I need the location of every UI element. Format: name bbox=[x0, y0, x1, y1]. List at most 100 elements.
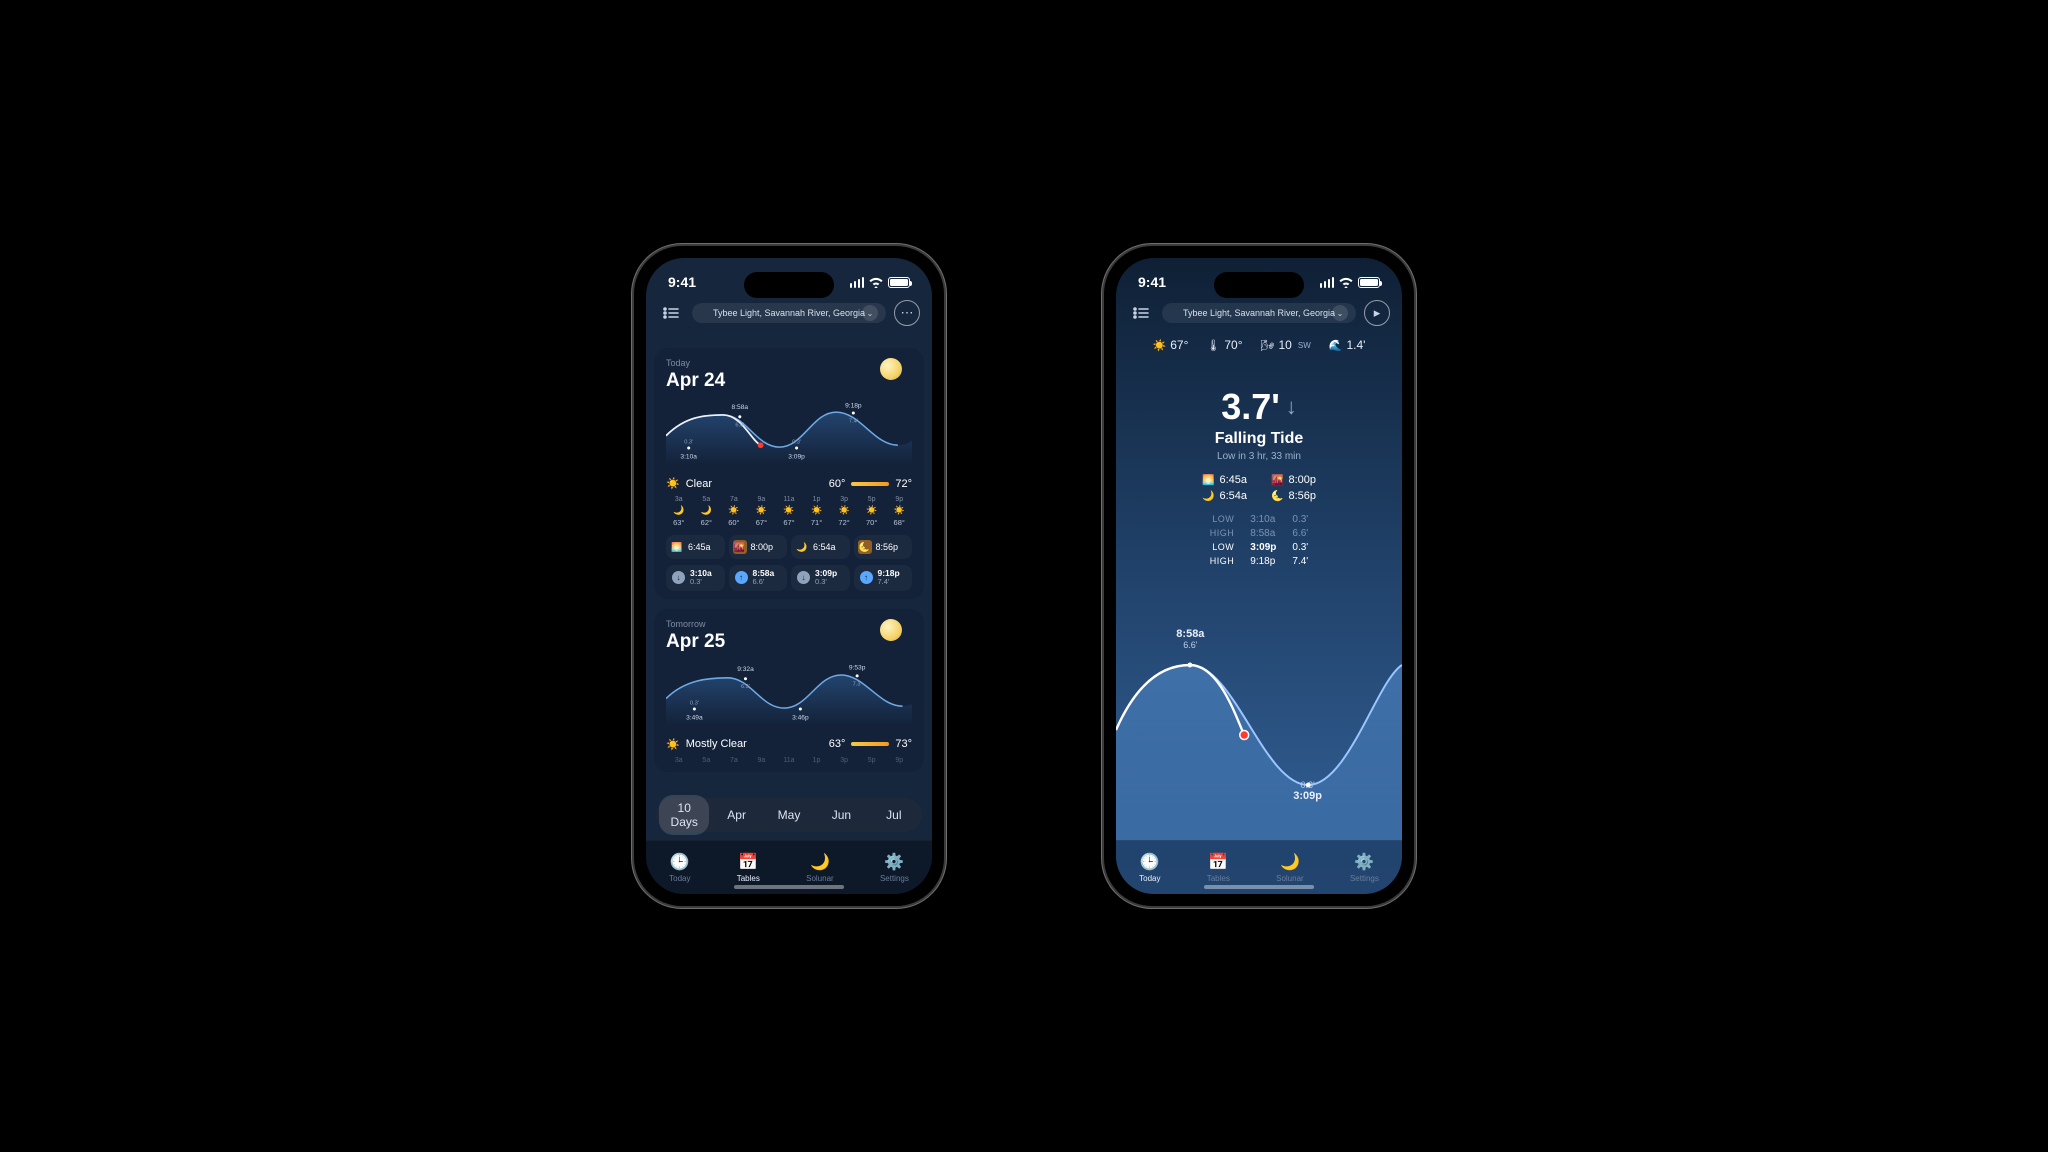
sunset-icon: 🌇 bbox=[733, 540, 747, 554]
day-card-tomorrow[interactable]: Tomorrow Apr 25 3:49a 0.3' 9:32a 6.5' 3:… bbox=[654, 609, 924, 772]
svg-text:3:09p: 3:09p bbox=[788, 453, 805, 460]
segment-may[interactable]: May bbox=[764, 802, 814, 828]
more-button[interactable]: ⋯ bbox=[894, 300, 920, 326]
list-button[interactable] bbox=[658, 300, 684, 326]
clock-icon: 🕒 bbox=[670, 852, 690, 872]
day-card-today[interactable]: Today Apr 24 3:10a 0.3' 8:58a 6.6' 3:09p… bbox=[654, 348, 924, 599]
thermometer-icon: 🌡 bbox=[1206, 339, 1220, 352]
sunrise-icon: 🌅 bbox=[670, 540, 684, 554]
tide-height: 3.7' bbox=[1221, 386, 1280, 428]
tab-today[interactable]: 🕒Today bbox=[1139, 852, 1160, 883]
sun-icon: ☀️ bbox=[1153, 339, 1167, 352]
status-time: 9:41 bbox=[1138, 274, 1166, 290]
segment-jun[interactable]: Jun bbox=[816, 802, 866, 828]
tab-settings[interactable]: ⚙️Settings bbox=[880, 852, 909, 883]
home-indicator[interactable] bbox=[1204, 885, 1314, 889]
tide-countdown: Low in 3 hr, 33 min bbox=[1116, 451, 1402, 462]
tide-extremes-table: LOW3:10a0.3' HIGH8:58a6.6' LOW3:09p0.3' … bbox=[1116, 514, 1402, 567]
arrow-down-icon: ↓ bbox=[672, 571, 685, 584]
status-icons bbox=[850, 276, 911, 288]
battery-icon bbox=[1358, 277, 1380, 288]
moonrise-icon: 🌙 bbox=[1202, 491, 1214, 502]
top-bar: Tybee Light, Savannah River, Georgia ⌄ ⋯ bbox=[646, 296, 932, 334]
tide-chart-tomorrow: 3:49a 0.3' 9:32a 6.5' 3:46p 9:53p 7.3' bbox=[666, 657, 912, 727]
cellular-icon bbox=[1320, 277, 1335, 288]
day-date: Apr 24 bbox=[666, 370, 912, 392]
tab-solunar[interactable]: 🌙Solunar bbox=[806, 852, 834, 883]
tab-settings[interactable]: ⚙️Settings bbox=[1350, 852, 1379, 883]
svg-text:3:49a: 3:49a bbox=[686, 714, 703, 721]
svg-text:0.3': 0.3' bbox=[792, 439, 801, 445]
tab-tables[interactable]: 📅Tables bbox=[1207, 852, 1230, 883]
today-tide-chart[interactable]: 8:58a 6.6' 0.3' 3:09p bbox=[1116, 610, 1402, 840]
arrow-down-icon: ↓ bbox=[1286, 394, 1297, 420]
moonrise-icon: 🌙 bbox=[795, 540, 809, 554]
tab-tables[interactable]: 📅Tables bbox=[737, 852, 760, 883]
chevron-down-icon: ⌄ bbox=[1332, 305, 1348, 321]
sun-icon: ☀️ bbox=[666, 477, 680, 490]
svg-text:7.4': 7.4' bbox=[849, 418, 858, 424]
wifi-icon bbox=[1338, 276, 1354, 288]
conditions-row: ☀️67° 🌡70° 🌬10SW 🌊1.4' bbox=[1116, 338, 1402, 352]
chart-peak-label: 8:58a 6.6' bbox=[1176, 628, 1204, 650]
cellular-icon bbox=[850, 277, 865, 288]
battery-icon bbox=[888, 277, 910, 288]
current-tide-block: 3.7'↓ Falling Tide Low in 3 hr, 33 min bbox=[1116, 386, 1402, 462]
segment-jul[interactable]: Jul bbox=[869, 802, 919, 828]
svg-text:6.5': 6.5' bbox=[741, 684, 750, 690]
top-bar: Tybee Light, Savannah River, Georgia ⌄ ▸ bbox=[1116, 296, 1402, 334]
tab-today[interactable]: 🕒Today bbox=[669, 852, 690, 883]
location-pill[interactable]: Tybee Light, Savannah River, Georgia ⌄ bbox=[1162, 303, 1356, 323]
phone-tables: 9:41 Tybee Light, Savannah River, Georgi… bbox=[634, 246, 944, 906]
clock-icon: 🕒 bbox=[1140, 852, 1160, 872]
wave-icon: 🌊 bbox=[1329, 339, 1343, 352]
temp-hi: 72° bbox=[895, 478, 912, 490]
moon-icon bbox=[880, 358, 902, 380]
moonset-icon: 🌜 bbox=[1271, 491, 1283, 502]
sunrise-icon: 🌅 bbox=[1202, 475, 1214, 486]
segment-apr[interactable]: Apr bbox=[711, 802, 761, 828]
svg-text:9:53p: 9:53p bbox=[849, 664, 866, 671]
svg-text:0.3': 0.3' bbox=[690, 700, 699, 706]
sunset-icon: 🌇 bbox=[1271, 475, 1283, 486]
tables-content[interactable]: Today Apr 24 3:10a 0.3' 8:58a 6.6' 3:09p… bbox=[646, 348, 932, 840]
day-label: Today bbox=[666, 358, 912, 368]
time-range-segment[interactable]: 10 Days Apr May Jun Jul bbox=[656, 798, 922, 832]
tab-solunar[interactable]: 🌙Solunar bbox=[1276, 852, 1304, 883]
arrow-up-icon: ↑ bbox=[735, 571, 748, 584]
wind-icon: 🌬 bbox=[1261, 339, 1275, 352]
play-button[interactable]: ▸ bbox=[1364, 300, 1390, 326]
hourly-grid[interactable]: 3a5a7a9a11a1p3p5p9p 🌙🌙☀️☀️☀️☀️☀️☀️☀️ 63°… bbox=[666, 496, 912, 527]
moon-icon: 🌙 bbox=[810, 852, 830, 872]
svg-text:6.6': 6.6' bbox=[735, 422, 744, 428]
sun-moon-times: 🌅6:45a 🌇8:00p 🌙6:54a 🌜8:56p bbox=[1116, 474, 1402, 502]
list-button[interactable] bbox=[1128, 300, 1154, 326]
svg-text:9:18p: 9:18p bbox=[845, 402, 862, 409]
moon-icon bbox=[880, 619, 902, 641]
calendar-icon: 📅 bbox=[738, 852, 758, 872]
chevron-down-icon: ⌄ bbox=[862, 305, 878, 321]
day-label: Tomorrow bbox=[666, 619, 912, 629]
tide-chart-today: 3:10a 0.3' 8:58a 6.6' 3:09p 0.3' 9:18p 7… bbox=[666, 396, 912, 466]
moon-icon: 🌙 bbox=[1280, 852, 1300, 872]
chart-trough-label: 0.3' 3:09p bbox=[1293, 780, 1322, 802]
notch bbox=[744, 272, 834, 298]
svg-text:9:32a: 9:32a bbox=[737, 666, 754, 673]
sun-icon: ☀️ bbox=[666, 738, 680, 751]
temp-lo: 60° bbox=[829, 478, 846, 490]
gear-icon: ⚙️ bbox=[1354, 852, 1374, 872]
tide-status: Falling Tide bbox=[1116, 430, 1402, 448]
notch bbox=[1214, 272, 1304, 298]
svg-text:3:10a: 3:10a bbox=[680, 453, 697, 460]
location-pill[interactable]: Tybee Light, Savannah River, Georgia ⌄ bbox=[692, 303, 886, 323]
status-time: 9:41 bbox=[668, 274, 696, 290]
segment-10days[interactable]: 10 Days bbox=[659, 795, 709, 835]
phone-today: 9:41 Tybee Light, Savannah River, Georgi… bbox=[1104, 246, 1414, 906]
gear-icon: ⚙️ bbox=[884, 852, 904, 872]
day-date: Apr 25 bbox=[666, 631, 912, 653]
svg-text:3:46p: 3:46p bbox=[792, 714, 809, 721]
tide-extremes-row: ↓3:10a0.3' ↑8:58a6.6' ↓3:09p0.3' ↑9:18p7… bbox=[666, 565, 912, 591]
temp-range-bar bbox=[851, 482, 889, 486]
weather-summary-row: ☀️ Mostly Clear 63° 73° bbox=[666, 738, 912, 751]
home-indicator[interactable] bbox=[734, 885, 844, 889]
